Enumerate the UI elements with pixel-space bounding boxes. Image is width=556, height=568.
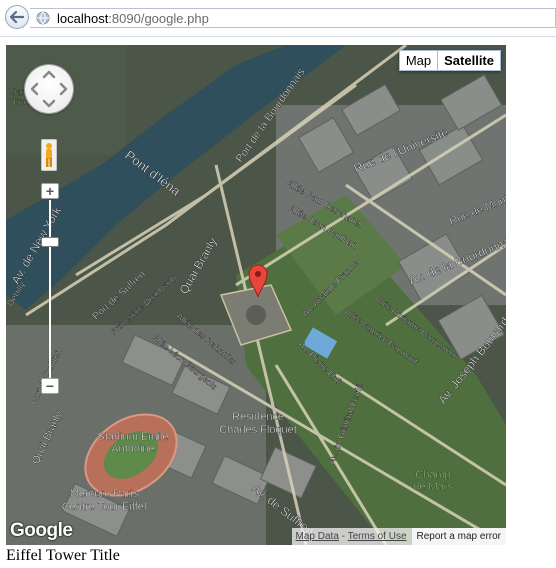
- place-label-stadium: Stadium Emile: [98, 431, 169, 443]
- svg-text:de Mars: de Mars: [413, 481, 453, 493]
- zoom-in-icon: +: [45, 183, 55, 199]
- terms-of-use-link[interactable]: Terms of Use: [348, 531, 407, 542]
- svg-text:Centre Tour Eiffel: Centre Tour Eiffel: [62, 501, 147, 513]
- back-button[interactable]: [5, 5, 29, 29]
- pan-control[interactable]: [25, 65, 73, 113]
- map-attribution: Map Data - Terms of Use Report a map err…: [291, 528, 506, 545]
- svg-text:Résidence: Résidence: [232, 411, 284, 423]
- zoom-slider-track[interactable]: [49, 200, 51, 385]
- map-data-link[interactable]: Map Data: [296, 531, 339, 542]
- zoom-in-button[interactable]: +: [41, 183, 59, 199]
- map-canvas[interactable]: Port de la Bourdonnais Rue de l'Universi…: [6, 45, 506, 545]
- svg-text:Mercure Paris: Mercure Paris: [70, 488, 139, 500]
- url-text: localhost:8090/google.php: [57, 11, 209, 26]
- pegman-icon[interactable]: [41, 139, 57, 171]
- pan-control-icon: [30, 70, 68, 108]
- svg-text:Champ: Champ: [415, 469, 450, 481]
- globe-icon: [36, 11, 50, 25]
- map-type-satellite-button[interactable]: Satellite: [438, 50, 501, 71]
- attribution-links: Map Data - Terms of Use: [291, 528, 411, 545]
- map-marker-icon[interactable]: [248, 264, 268, 298]
- report-map-error-link[interactable]: Report a map error: [410, 528, 506, 545]
- url-host: localhost: [57, 11, 109, 26]
- svg-text:Anthoine: Anthoine: [111, 443, 154, 455]
- zoom-slider-handle[interactable]: [41, 237, 59, 247]
- zoom-out-button[interactable]: −: [41, 378, 59, 394]
- map-type-control: Map Satellite: [398, 50, 501, 71]
- browser-toolbar: localhost:8090/google.php: [0, 0, 556, 37]
- zoom-out-icon: −: [45, 378, 55, 394]
- page-caption: Eiffel Tower Title: [6, 547, 120, 564]
- google-logo[interactable]: Google: [10, 521, 73, 541]
- url-path: :8090/google.php: [108, 11, 209, 26]
- svg-text:Charles Floquet: Charles Floquet: [219, 424, 297, 436]
- address-bar[interactable]: localhost:8090/google.php: [30, 8, 556, 28]
- back-arrow-icon: [10, 11, 24, 23]
- map-type-map-button[interactable]: Map: [398, 50, 439, 71]
